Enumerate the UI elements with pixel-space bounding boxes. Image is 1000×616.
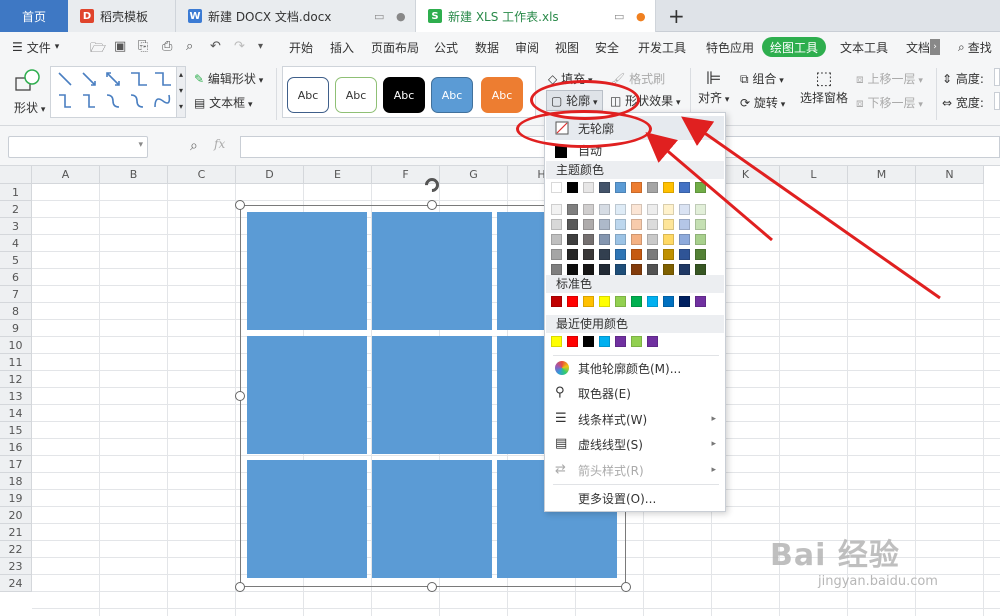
- annotation-arrow: [681, 116, 941, 300]
- watermark-brand: Bai 经验: [770, 538, 900, 573]
- watermark-url: jingyan.baidu.com: [818, 574, 938, 589]
- annotation-arrows: [645, 116, 941, 300]
- annotation-arrow: [645, 132, 773, 242]
